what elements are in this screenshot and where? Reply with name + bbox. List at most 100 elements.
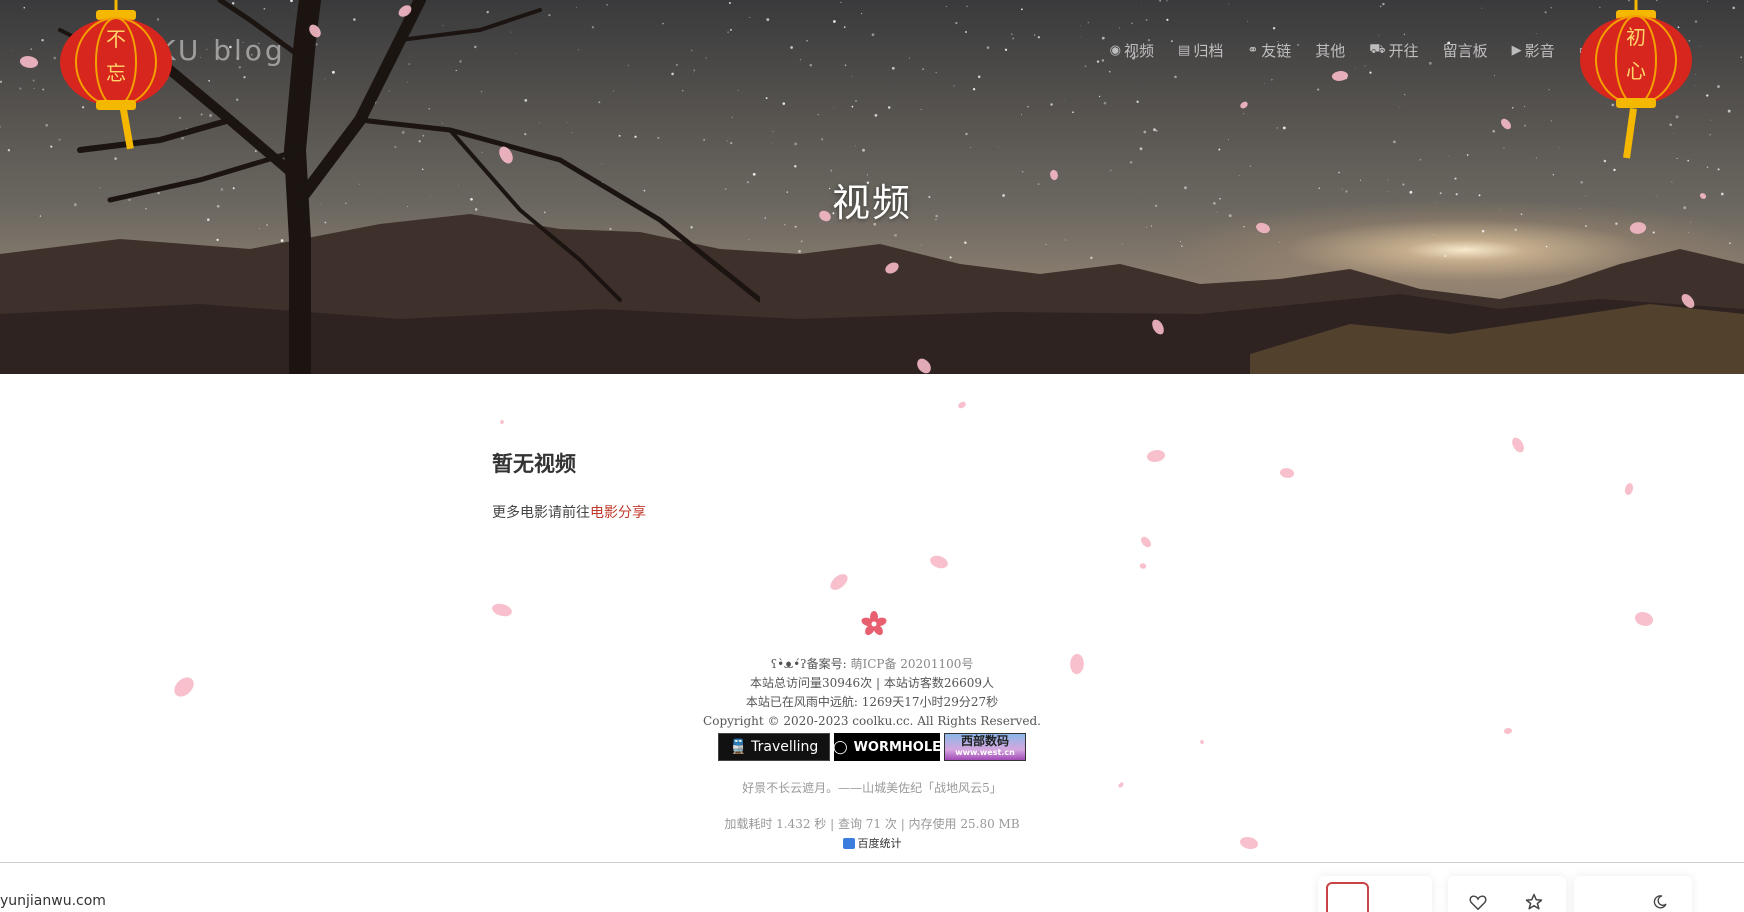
nav-label: 开往: [1388, 42, 1419, 60]
star: [965, 132, 968, 136]
theme-toggle-button[interactable]: [1638, 882, 1682, 912]
star: [1139, 147, 1143, 151]
star: [833, 107, 835, 109]
star: [972, 88, 976, 91]
icp-line: ʕ•̀ᴥ•́ʔ备案号: 萌ICP备 20201100号: [0, 655, 1744, 674]
page: COOLKU blog ◉视频▤归档⚭友链其他⛟开往留言板▶影音▭关于 视频 不…: [0, 0, 1744, 912]
star: [1084, 65, 1087, 68]
star: [977, 75, 981, 79]
star: [782, 102, 786, 105]
baidu-stats-link[interactable]: 百度统计: [0, 834, 1744, 853]
star: [862, 148, 865, 152]
more-movies-prefix: 更多电影请前往: [492, 505, 590, 521]
main-content: 暂无视频 更多电影请前往电影分享: [492, 448, 1252, 522]
petal: [1510, 435, 1526, 455]
nav-label: 其他: [1315, 42, 1346, 60]
star: [1382, 2, 1385, 6]
copyright-text: Copyright © 2020-2023 coolku.cc. All Rig…: [703, 714, 1041, 728]
star: [851, 105, 854, 108]
star: [1369, 71, 1372, 74]
star: [1317, 88, 1320, 91]
star: [953, 85, 955, 87]
star: [820, 138, 824, 141]
bottom-divider: [0, 862, 1744, 863]
star: [1494, 74, 1496, 76]
icp-link[interactable]: 萌ICP备 20201100号: [850, 657, 973, 671]
lantern-left-char-1: 不: [106, 27, 126, 51]
star: [833, 20, 836, 23]
petal: [1139, 534, 1153, 550]
star: [1263, 82, 1265, 84]
petal: [499, 419, 505, 425]
petal: [1624, 482, 1634, 496]
toolbar-group-right: [1574, 876, 1692, 912]
star: [1166, 0, 1168, 2]
star: [806, 39, 808, 42]
lantern-right: 初 心: [1580, 0, 1692, 159]
tool-button-blank-2[interactable]: [1582, 882, 1626, 912]
star: [1699, 45, 1701, 47]
star: [920, 109, 922, 111]
star: [874, 114, 878, 117]
nav-item-3[interactable]: 其他: [1315, 40, 1345, 61]
favorite-button[interactable]: [1512, 882, 1556, 912]
link-icon: ⚭: [1247, 43, 1259, 58]
wormhole-badge[interactable]: ◯ WORMHOLE: [833, 733, 941, 761]
star: [1027, 106, 1029, 108]
sakura-flower-icon: [861, 611, 887, 636]
empty-heading: 暂无视频: [492, 452, 576, 476]
main-navigation: ◉视频▤归档⚭友链其他⛟开往留言板▶影音▭关于: [1110, 40, 1624, 61]
like-button[interactable]: [1456, 882, 1500, 912]
nav-item-2[interactable]: ⚭ 友链: [1247, 40, 1291, 61]
star: [969, 147, 971, 148]
nav-item-1[interactable]: ▤ 归档: [1178, 40, 1223, 61]
star: [854, 145, 856, 147]
nav-item-6[interactable]: ▶ 影音: [1512, 40, 1555, 61]
petal: [1138, 561, 1148, 571]
nav-item-4[interactable]: ⛟ 开往: [1369, 40, 1418, 61]
video-icon: ◉: [1109, 43, 1122, 58]
active-tool-button[interactable]: [1326, 882, 1370, 912]
star: [1706, 0, 1708, 2]
toolbar-group-left: [1318, 876, 1432, 912]
play-icon: ▶: [1511, 43, 1522, 58]
lantern-right-char-1: 初: [1626, 25, 1646, 49]
star: [1378, 35, 1380, 36]
nav-label: 影音: [1524, 42, 1555, 60]
west-cn-badge[interactable]: 西部数码 www.west.cn: [944, 733, 1026, 761]
heart-icon: [1469, 895, 1487, 910]
star: [1717, 168, 1720, 171]
star: [1710, 119, 1712, 121]
nav-item-0[interactable]: ◉ 视频: [1110, 40, 1154, 61]
movie-share-link[interactable]: 电影分享: [590, 505, 646, 521]
star: [1354, 67, 1356, 69]
star: [891, 66, 895, 70]
star: [1503, 147, 1505, 149]
star: [1364, 65, 1366, 67]
star: [1550, 7, 1552, 9]
star: [887, 106, 891, 109]
travelling-label: Travelling: [751, 738, 819, 755]
nav-item-5[interactable]: 留言板: [1443, 40, 1488, 61]
star: [1155, 129, 1158, 132]
star: [1448, 155, 1450, 157]
star: [844, 64, 847, 66]
star: [955, 22, 958, 25]
star: [1096, 60, 1100, 63]
star: [1242, 112, 1245, 115]
star: [1087, 21, 1090, 24]
star: [1103, 101, 1107, 105]
star: [1011, 33, 1013, 35]
tool-button-blank[interactable]: [1381, 882, 1424, 912]
star: [1706, 166, 1709, 169]
star: [851, 75, 853, 77]
star: [766, 18, 770, 22]
star: [1136, 100, 1139, 104]
star: [1428, 61, 1432, 65]
star: [1080, 25, 1082, 27]
star: [799, 59, 802, 61]
star: [1174, 75, 1177, 79]
star: [1403, 33, 1406, 36]
travelling-badge[interactable]: 🚆 Travelling: [718, 733, 830, 761]
star: [1159, 0, 1161, 2]
